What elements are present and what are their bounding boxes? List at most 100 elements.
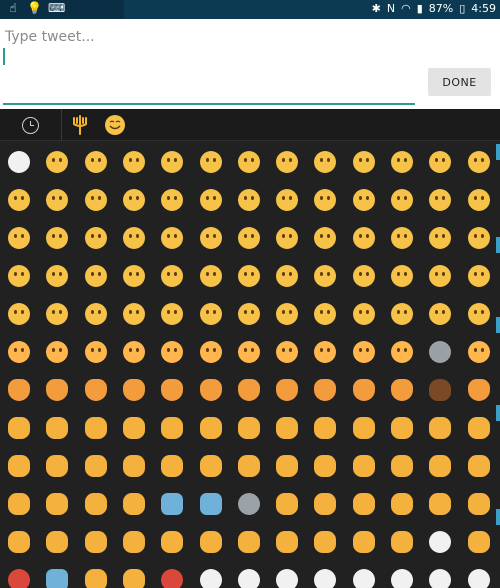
emoji-key[interactable] <box>115 485 153 523</box>
emoji-key[interactable] <box>383 447 421 485</box>
emoji-key[interactable] <box>192 409 230 447</box>
emoji-key[interactable] <box>230 333 268 371</box>
emoji-key[interactable] <box>38 257 76 295</box>
emoji-key[interactable] <box>345 485 383 523</box>
emoji-key[interactable] <box>345 257 383 295</box>
emoji-key[interactable] <box>421 523 459 561</box>
emoji-key[interactable] <box>192 561 230 588</box>
emoji-key[interactable] <box>0 143 38 181</box>
emoji-key[interactable] <box>268 447 306 485</box>
emoji-key[interactable] <box>345 561 383 588</box>
emoji-key[interactable] <box>421 371 459 409</box>
emoji-key[interactable] <box>153 295 191 333</box>
emoji-key[interactable] <box>421 295 459 333</box>
emoji-key[interactable] <box>268 561 306 588</box>
emoji-key[interactable] <box>153 181 191 219</box>
emoji-key[interactable] <box>115 371 153 409</box>
emoji-key[interactable] <box>77 485 115 523</box>
emoji-key[interactable] <box>38 295 76 333</box>
emoji-key[interactable] <box>460 409 498 447</box>
emoji-key[interactable] <box>268 333 306 371</box>
emoji-key[interactable] <box>306 485 344 523</box>
emoji-key[interactable] <box>192 181 230 219</box>
emoji-key[interactable] <box>153 409 191 447</box>
emoji-key[interactable] <box>115 561 153 588</box>
emoji-key[interactable] <box>421 143 459 181</box>
emoji-key[interactable] <box>230 181 268 219</box>
emoji-key[interactable] <box>345 523 383 561</box>
emoji-key[interactable] <box>421 181 459 219</box>
emoji-key[interactable] <box>460 181 498 219</box>
emoji-key[interactable] <box>306 143 344 181</box>
emoji-key[interactable] <box>268 295 306 333</box>
emoji-key[interactable] <box>306 333 344 371</box>
emoji-key[interactable] <box>0 447 38 485</box>
emoji-key[interactable] <box>460 523 498 561</box>
emoji-key[interactable] <box>306 447 344 485</box>
emoji-key[interactable] <box>77 333 115 371</box>
emoji-key[interactable] <box>38 371 76 409</box>
emoji-key[interactable] <box>77 257 115 295</box>
emoji-key[interactable] <box>115 181 153 219</box>
emoji-key[interactable] <box>77 523 115 561</box>
emoji-key[interactable] <box>77 447 115 485</box>
emoji-key[interactable] <box>115 257 153 295</box>
emoji-key[interactable] <box>460 257 498 295</box>
emoji-key[interactable] <box>306 561 344 588</box>
emoji-key[interactable] <box>0 409 38 447</box>
emoji-key[interactable] <box>77 181 115 219</box>
emoji-key[interactable] <box>306 409 344 447</box>
emoji-key[interactable] <box>383 295 421 333</box>
emoji-key[interactable] <box>460 295 498 333</box>
emoji-key[interactable] <box>153 371 191 409</box>
emoji-key[interactable] <box>460 447 498 485</box>
emoji-key[interactable] <box>192 523 230 561</box>
emoji-key[interactable] <box>38 409 76 447</box>
emoji-key[interactable] <box>421 219 459 257</box>
emoji-key[interactable] <box>77 409 115 447</box>
emoji-key[interactable] <box>38 181 76 219</box>
emoji-key[interactable] <box>115 295 153 333</box>
emoji-key[interactable] <box>383 143 421 181</box>
emoji-key[interactable] <box>345 447 383 485</box>
emoji-key[interactable] <box>230 143 268 181</box>
emoji-key[interactable] <box>268 219 306 257</box>
emoji-key[interactable] <box>306 295 344 333</box>
tab-category[interactable] <box>66 109 94 141</box>
emoji-key[interactable] <box>153 561 191 588</box>
emoji-key[interactable] <box>0 523 38 561</box>
emoji-key[interactable] <box>230 371 268 409</box>
emoji-key[interactable] <box>0 295 38 333</box>
emoji-key[interactable] <box>38 523 76 561</box>
emoji-key[interactable] <box>383 257 421 295</box>
emoji-key[interactable] <box>230 523 268 561</box>
emoji-key[interactable] <box>38 485 76 523</box>
emoji-key[interactable] <box>38 219 76 257</box>
emoji-key[interactable] <box>77 371 115 409</box>
emoji-key[interactable] <box>0 219 38 257</box>
emoji-key[interactable] <box>421 561 459 588</box>
emoji-key[interactable] <box>268 143 306 181</box>
emoji-key[interactable] <box>421 485 459 523</box>
emoji-key[interactable] <box>345 333 383 371</box>
emoji-key[interactable] <box>115 333 153 371</box>
emoji-key[interactable] <box>345 181 383 219</box>
emoji-key[interactable] <box>77 295 115 333</box>
emoji-key[interactable] <box>421 333 459 371</box>
emoji-key[interactable] <box>268 409 306 447</box>
emoji-key[interactable] <box>383 333 421 371</box>
emoji-key[interactable] <box>230 295 268 333</box>
emoji-key[interactable] <box>115 523 153 561</box>
emoji-key[interactable] <box>153 333 191 371</box>
emoji-key[interactable] <box>268 257 306 295</box>
emoji-key[interactable] <box>230 409 268 447</box>
emoji-key[interactable] <box>38 143 76 181</box>
emoji-key[interactable] <box>38 333 76 371</box>
emoji-key[interactable] <box>383 523 421 561</box>
emoji-key[interactable] <box>77 143 115 181</box>
emoji-key[interactable] <box>421 409 459 447</box>
emoji-key[interactable] <box>115 409 153 447</box>
emoji-key[interactable] <box>383 181 421 219</box>
emoji-key[interactable] <box>38 447 76 485</box>
emoji-key[interactable] <box>383 561 421 588</box>
